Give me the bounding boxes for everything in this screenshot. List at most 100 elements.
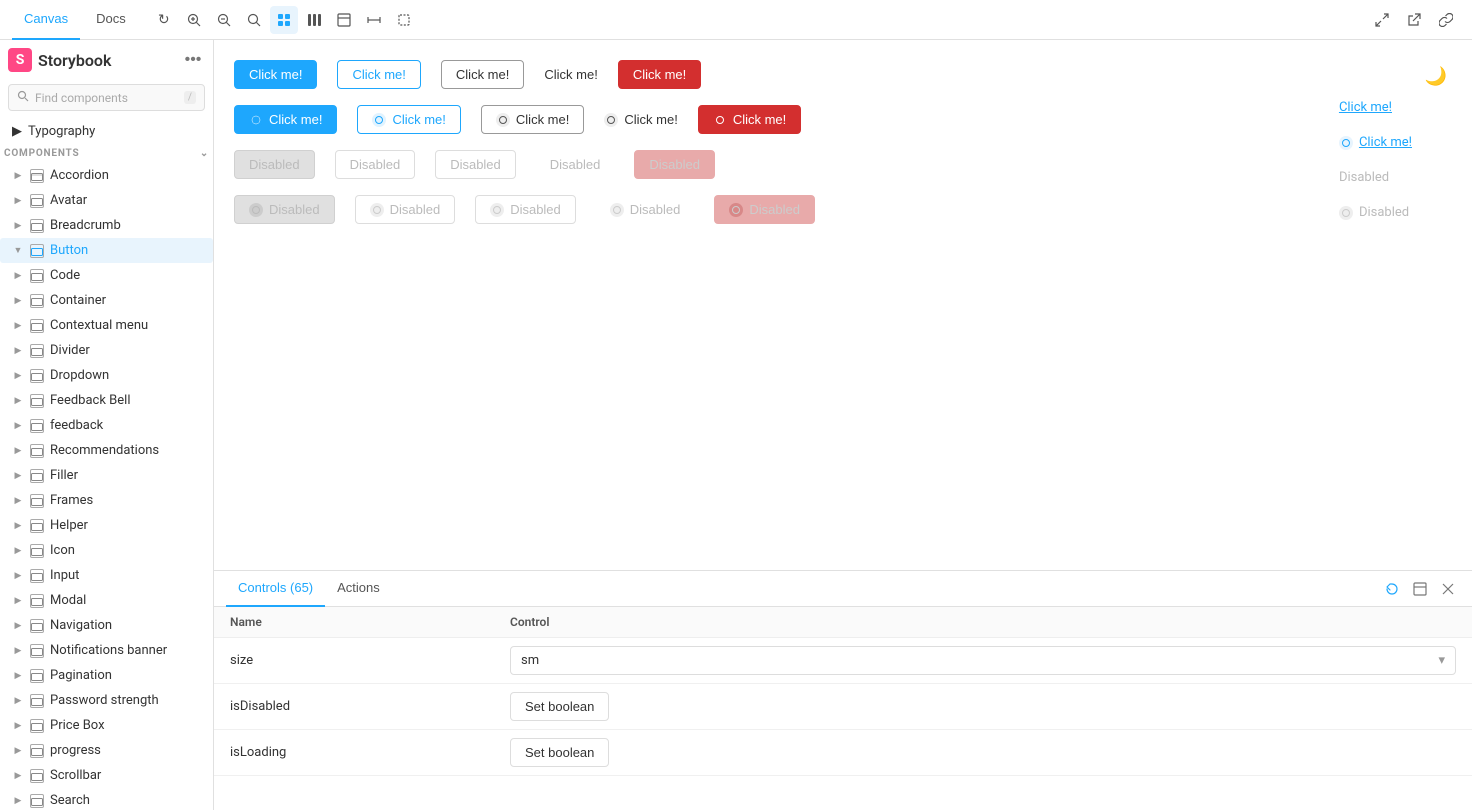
folder-icon	[30, 344, 44, 358]
expand-icon[interactable]	[1368, 6, 1396, 34]
grid-icon[interactable]	[300, 6, 328, 34]
button-icon	[372, 113, 386, 127]
nav-label: Price Box	[50, 718, 105, 733]
col-name-header: Name	[230, 615, 510, 629]
button-primary-icon[interactable]: Click me!	[234, 105, 337, 134]
nav-item-recommendations[interactable]: ▶ Recommendations	[0, 438, 213, 463]
nav-item-helper[interactable]: ▶ Helper	[0, 513, 213, 538]
layout-icon[interactable]	[330, 6, 358, 34]
nav-item-dropdown[interactable]: ▶ Dropdown	[0, 363, 213, 388]
reset-all-button[interactable]	[1380, 577, 1404, 601]
button-danger[interactable]: Click me!	[618, 60, 701, 89]
frame-icon[interactable]	[390, 6, 418, 34]
right-column-buttons: Click me! Click me! Disabled Disabled	[1339, 100, 1412, 220]
nav-item-pagination[interactable]: ▶ Pagination	[0, 663, 213, 688]
expand-icon: ▶	[12, 124, 22, 139]
chevron-right-icon: ▶	[12, 745, 24, 757]
zoom-in-icon[interactable]	[180, 6, 208, 34]
chevron-right-icon: ▶	[12, 170, 24, 182]
nav-item-feedback[interactable]: ▶ feedback	[0, 413, 213, 438]
folder-icon	[30, 419, 44, 433]
chevron-right-icon: ▶	[12, 495, 24, 507]
link-copy-icon[interactable]	[1432, 6, 1460, 34]
button-outline-icon[interactable]: Click me!	[357, 105, 460, 134]
zoom-out-icon[interactable]	[210, 6, 238, 34]
button-disabled-outline-dark: Disabled	[435, 150, 516, 179]
nav-item-filler[interactable]: ▶ Filler	[0, 463, 213, 488]
zoom-reset-icon[interactable]	[240, 6, 268, 34]
content-area: 🌙 Click me! Click me! Click me! Click me…	[214, 40, 1472, 810]
external-link-icon[interactable]	[1400, 6, 1428, 34]
section-collapse-icon[interactable]: ⌄	[200, 148, 209, 159]
button-outline-dark[interactable]: Click me!	[441, 60, 524, 89]
control-value-isdisabled: Set boolean	[510, 692, 1456, 721]
folder-icon	[30, 794, 44, 808]
nav-item-button[interactable]: ▼ Button	[0, 238, 213, 263]
nav-item-feedback-bell[interactable]: ▶ Feedback Bell	[0, 388, 213, 413]
sidebar-nav: ▶ Typography COMPONENTS ⌄ ▶ Accordion ▶	[0, 119, 213, 810]
tab-actions[interactable]: Actions	[325, 571, 392, 607]
nav-label: Avatar	[50, 193, 87, 208]
refresh-icon[interactable]: ↻	[150, 6, 178, 34]
component-icon[interactable]	[270, 6, 298, 34]
close-panel-button[interactable]	[1436, 577, 1460, 601]
size-select[interactable]: sm ▾	[510, 646, 1456, 675]
sidebar-more-button[interactable]: •••	[181, 48, 205, 72]
tab-controls[interactable]: Controls (65)	[226, 571, 325, 607]
search-shortcut: /	[184, 91, 196, 104]
nav-item-password-strength[interactable]: ▶ Password strength	[0, 688, 213, 713]
chevron-right-icon: ▶	[12, 395, 24, 407]
nav-item-icon[interactable]: ▶ Icon	[0, 538, 213, 563]
button-text-icon[interactable]: Click me!	[604, 106, 677, 133]
dark-mode-button[interactable]: 🌙	[1420, 60, 1452, 92]
set-boolean-isloading[interactable]: Set boolean	[510, 738, 609, 767]
button-icon	[496, 113, 510, 127]
tab-docs[interactable]: Docs	[84, 0, 138, 40]
button-text-link[interactable]: Click me!	[1339, 100, 1412, 115]
button-outline-blue[interactable]: Click me!	[337, 60, 420, 89]
sidebar-item-typography[interactable]: ▶ Typography	[0, 119, 213, 144]
button-icon-disabled	[249, 203, 263, 217]
chevron-right-icon: ▶	[12, 670, 24, 682]
nav-label: progress	[50, 743, 101, 758]
nav-item-scrollbar[interactable]: ▶ Scrollbar	[0, 763, 213, 788]
nav-item-search[interactable]: ▶ Search	[0, 788, 213, 810]
nav-item-progress[interactable]: ▶ progress	[0, 738, 213, 763]
button-danger-icon[interactable]: Click me!	[698, 105, 801, 134]
button-text[interactable]: Click me!	[544, 61, 597, 88]
nav-item-breadcrumb[interactable]: ▶ Breadcrumb	[0, 213, 213, 238]
button-icon-disabled	[490, 203, 504, 217]
nav-item-navigation[interactable]: ▶ Navigation	[0, 613, 213, 638]
nav-item-divider[interactable]: ▶ Divider	[0, 338, 213, 363]
size-value: sm	[521, 653, 539, 668]
nav-label: Modal	[50, 593, 86, 608]
button-disabled-outline-dark-icon: Disabled	[475, 195, 576, 224]
measure-icon[interactable]	[360, 6, 388, 34]
nav-item-code[interactable]: ▶ Code	[0, 263, 213, 288]
nav-label: Password strength	[50, 693, 159, 708]
search-box[interactable]: Find components /	[8, 84, 205, 111]
set-boolean-isdisabled[interactable]: Set boolean	[510, 692, 609, 721]
nav-item-accordion[interactable]: ▶ Accordion	[0, 163, 213, 188]
nav-item-modal[interactable]: ▶ Modal	[0, 588, 213, 613]
button-primary[interactable]: Click me!	[234, 60, 317, 89]
button-text-link-icon[interactable]: Click me!	[1339, 135, 1412, 150]
nav-item-avatar[interactable]: ▶ Avatar	[0, 188, 213, 213]
nav-item-input[interactable]: ▶ Input	[0, 563, 213, 588]
folder-icon	[30, 519, 44, 533]
button-outline-dark-icon[interactable]: Click me!	[481, 105, 584, 134]
tab-canvas[interactable]: Canvas	[12, 0, 80, 40]
folder-icon	[30, 244, 44, 258]
nav-item-frames[interactable]: ▶ Frames	[0, 488, 213, 513]
nav-item-price-box[interactable]: ▶ Price Box	[0, 713, 213, 738]
nav-label: Divider	[50, 343, 90, 358]
folder-icon	[30, 319, 44, 333]
button-icon-disabled	[729, 203, 743, 217]
nav-item-container[interactable]: ▶ Container	[0, 288, 213, 313]
top-bar: Canvas Docs ↻	[0, 0, 1472, 40]
nav-item-contextual-menu[interactable]: ▶ Contextual menu	[0, 313, 213, 338]
nav-item-notifications-banner[interactable]: ▶ Notifications banner	[0, 638, 213, 663]
expand-panel-button[interactable]	[1408, 577, 1432, 601]
folder-icon	[30, 669, 44, 683]
button-disabled-text: Disabled	[536, 151, 615, 178]
